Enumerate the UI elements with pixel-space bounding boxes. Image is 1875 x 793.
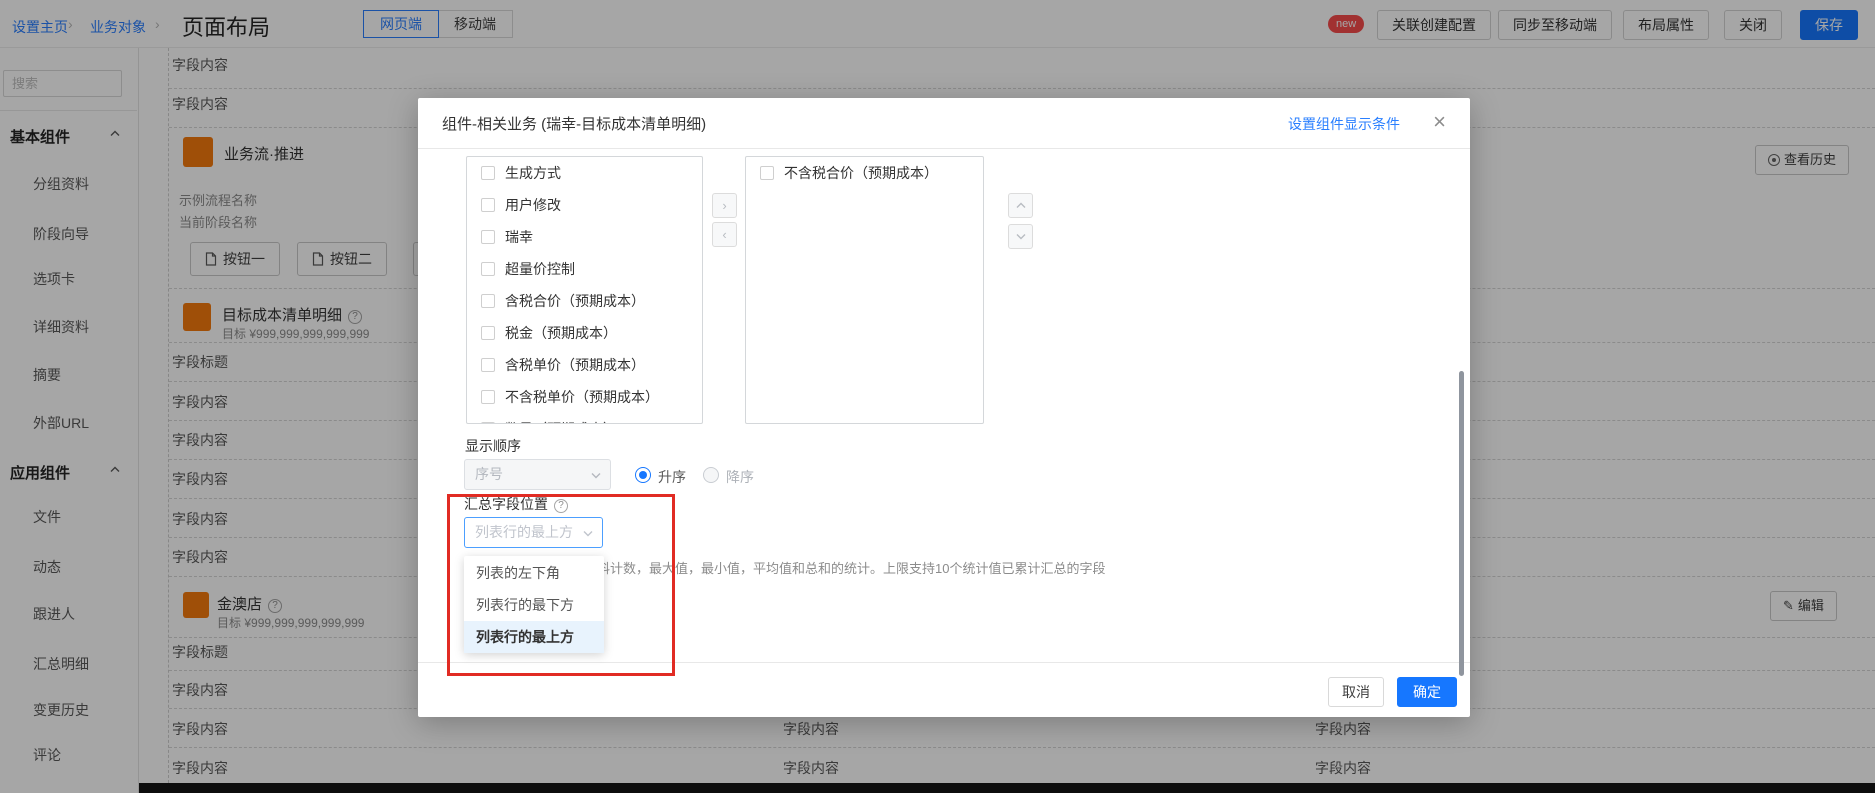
label-text: 汇总字段位置 xyxy=(464,496,548,512)
list-item: 用户修改 xyxy=(467,189,702,221)
checkbox[interactable] xyxy=(481,166,495,180)
chevron-down-icon xyxy=(583,530,593,537)
move-down-button[interactable] xyxy=(1008,224,1033,249)
order-field-select[interactable]: 序号 xyxy=(464,459,611,490)
help-icon: ? xyxy=(554,499,568,513)
available-fields-list: 生成方式 用户修改 瑞幸 超量价控制 含税合价（预期成本） 税金（预期成本） 含… xyxy=(466,156,703,424)
page-layout-editor: 设置主页 › 业务对象 › 页面布局 网页端 移动端 new 关联创建配置 同步… xyxy=(0,0,1875,793)
checkbox[interactable] xyxy=(760,166,774,180)
confirm-button[interactable]: 确定 xyxy=(1397,677,1457,707)
field-option-label: 数量（预期成本） xyxy=(505,421,617,424)
menu-option-row-top[interactable]: 列表行的最上方 xyxy=(464,621,604,653)
list-item: 数量（预期成本） xyxy=(467,413,702,424)
menu-option-row-bottom[interactable]: 列表行的最下方 xyxy=(464,589,604,621)
menu-option-bottom-left[interactable]: 列表的左下角 xyxy=(464,557,604,589)
move-up-button[interactable] xyxy=(1008,193,1033,218)
field-option-label: 用户修改 xyxy=(505,197,561,213)
checkbox[interactable] xyxy=(481,390,495,404)
display-order-label: 显示顺序 xyxy=(465,436,521,456)
list-item: 不含税合价（预期成本） xyxy=(746,157,983,189)
field-option-label: 不含税合价（预期成本） xyxy=(784,165,938,181)
checkbox[interactable] xyxy=(481,230,495,244)
descending-radio[interactable] xyxy=(703,467,719,483)
divider xyxy=(418,662,1470,663)
list-item: 瑞幸 xyxy=(467,221,702,253)
checkbox[interactable] xyxy=(481,294,495,308)
summary-position-label: 汇总字段位置? xyxy=(464,494,568,514)
divider xyxy=(418,148,1470,149)
field-option-label: 不含税单价（预期成本） xyxy=(505,389,659,405)
checkbox[interactable] xyxy=(481,326,495,340)
list-item: 含税单价（预期成本） xyxy=(467,349,702,381)
cancel-button[interactable]: 取消 xyxy=(1328,677,1384,707)
list-item: 不含税单价（预期成本） xyxy=(467,381,702,413)
list-item: 超量价控制 xyxy=(467,253,702,285)
checkbox[interactable] xyxy=(481,358,495,372)
field-option-label: 含税单价（预期成本） xyxy=(505,357,645,373)
selected-fields-list: 不含税合价（预期成本） xyxy=(745,156,984,424)
checkbox[interactable] xyxy=(481,198,495,212)
close-icon[interactable]: × xyxy=(1433,108,1446,136)
select-value: 序号 xyxy=(475,466,503,482)
summary-position-menu: 列表的左下角 列表行的最下方 列表行的最上方 xyxy=(464,556,604,653)
field-option-label: 超量价控制 xyxy=(505,261,575,277)
field-option-label: 税金（预期成本） xyxy=(505,325,617,341)
list-item: 税金（预期成本） xyxy=(467,317,702,349)
summary-helper-text: 料计数，最大值，最小值，平均值和总和的统计。上限支持10个统计值已累计汇总的字段 xyxy=(597,558,1157,577)
move-left-button[interactable]: ‹ xyxy=(712,222,737,247)
list-item: 含税合价（预期成本） xyxy=(467,285,702,317)
dialog-title: 组件-相关业务 (瑞幸-目标成本清单明细) xyxy=(442,113,706,134)
summary-position-select[interactable]: 列表行的最上方 xyxy=(464,517,603,548)
descending-label[interactable]: 降序 xyxy=(726,467,754,487)
set-display-condition-link[interactable]: 设置组件显示条件 xyxy=(1288,114,1400,134)
checkbox[interactable] xyxy=(481,422,495,424)
modal-scrollbar[interactable] xyxy=(1459,371,1464,676)
related-business-component-dialog: 组件-相关业务 (瑞幸-目标成本清单明细) 设置组件显示条件 × 生成方式 用户… xyxy=(418,98,1470,717)
field-option-label: 生成方式 xyxy=(505,165,561,181)
list-item: 生成方式 xyxy=(467,157,702,189)
field-option-label: 瑞幸 xyxy=(505,229,533,245)
move-right-button[interactable]: › xyxy=(712,193,737,218)
field-option-label: 含税合价（预期成本） xyxy=(505,293,645,309)
ascending-label[interactable]: 升序 xyxy=(658,467,686,487)
select-value: 列表行的最上方 xyxy=(475,524,573,540)
checkbox[interactable] xyxy=(481,262,495,276)
chevron-down-icon xyxy=(591,472,601,479)
ascending-radio[interactable] xyxy=(635,467,651,483)
